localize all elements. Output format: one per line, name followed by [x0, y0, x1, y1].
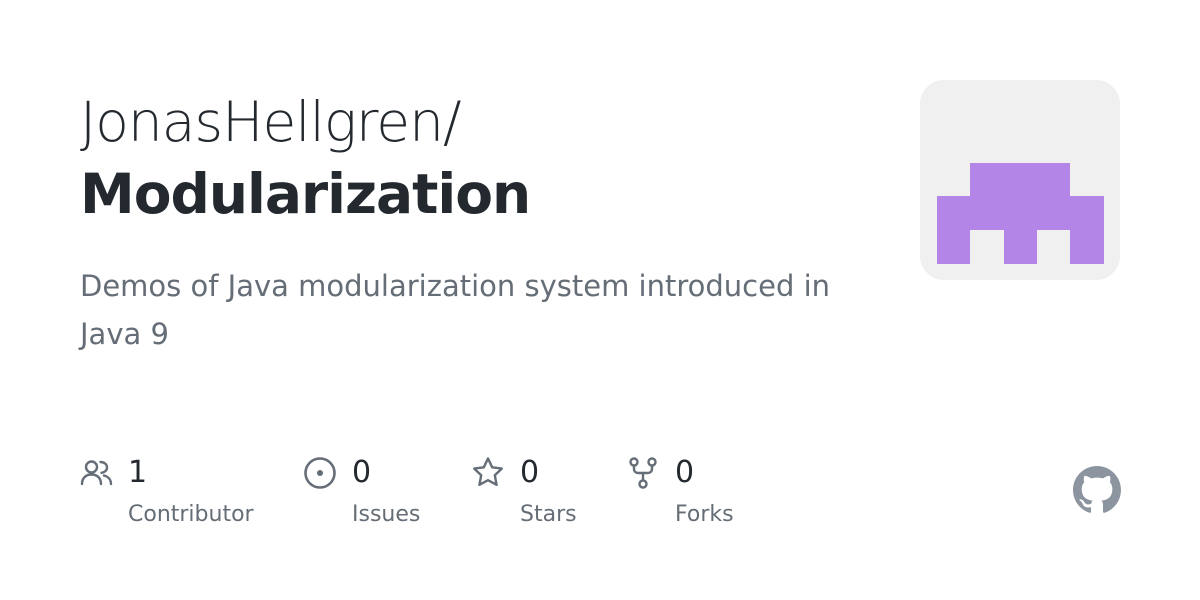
- stars-count: 0: [520, 455, 540, 490]
- issues-label: Issues: [352, 502, 421, 527]
- repo-title: JonasHellgren/ Modularization: [80, 86, 880, 230]
- repo-description: Demos of Java modularization system intr…: [80, 269, 831, 351]
- contributors-count: 1: [128, 455, 148, 490]
- repo-name[interactable]: Modularization: [80, 158, 880, 230]
- repo-forked-icon: [629, 457, 657, 489]
- github-mark-icon[interactable]: [1073, 466, 1121, 514]
- forks-count: 0: [675, 455, 695, 490]
- people-icon: [80, 460, 113, 486]
- issue-opened-icon: [304, 457, 336, 489]
- owner-avatar[interactable]: [920, 80, 1120, 280]
- stars-label: Stars: [520, 502, 577, 527]
- contributors-label: Contributor: [128, 502, 254, 527]
- issues-count: 0: [352, 455, 372, 490]
- star-icon: [473, 457, 503, 486]
- repo-owner[interactable]: JonasHellgren/: [80, 86, 880, 158]
- forks-label: Forks: [675, 502, 734, 527]
- identicon-image: [937, 163, 1104, 264]
